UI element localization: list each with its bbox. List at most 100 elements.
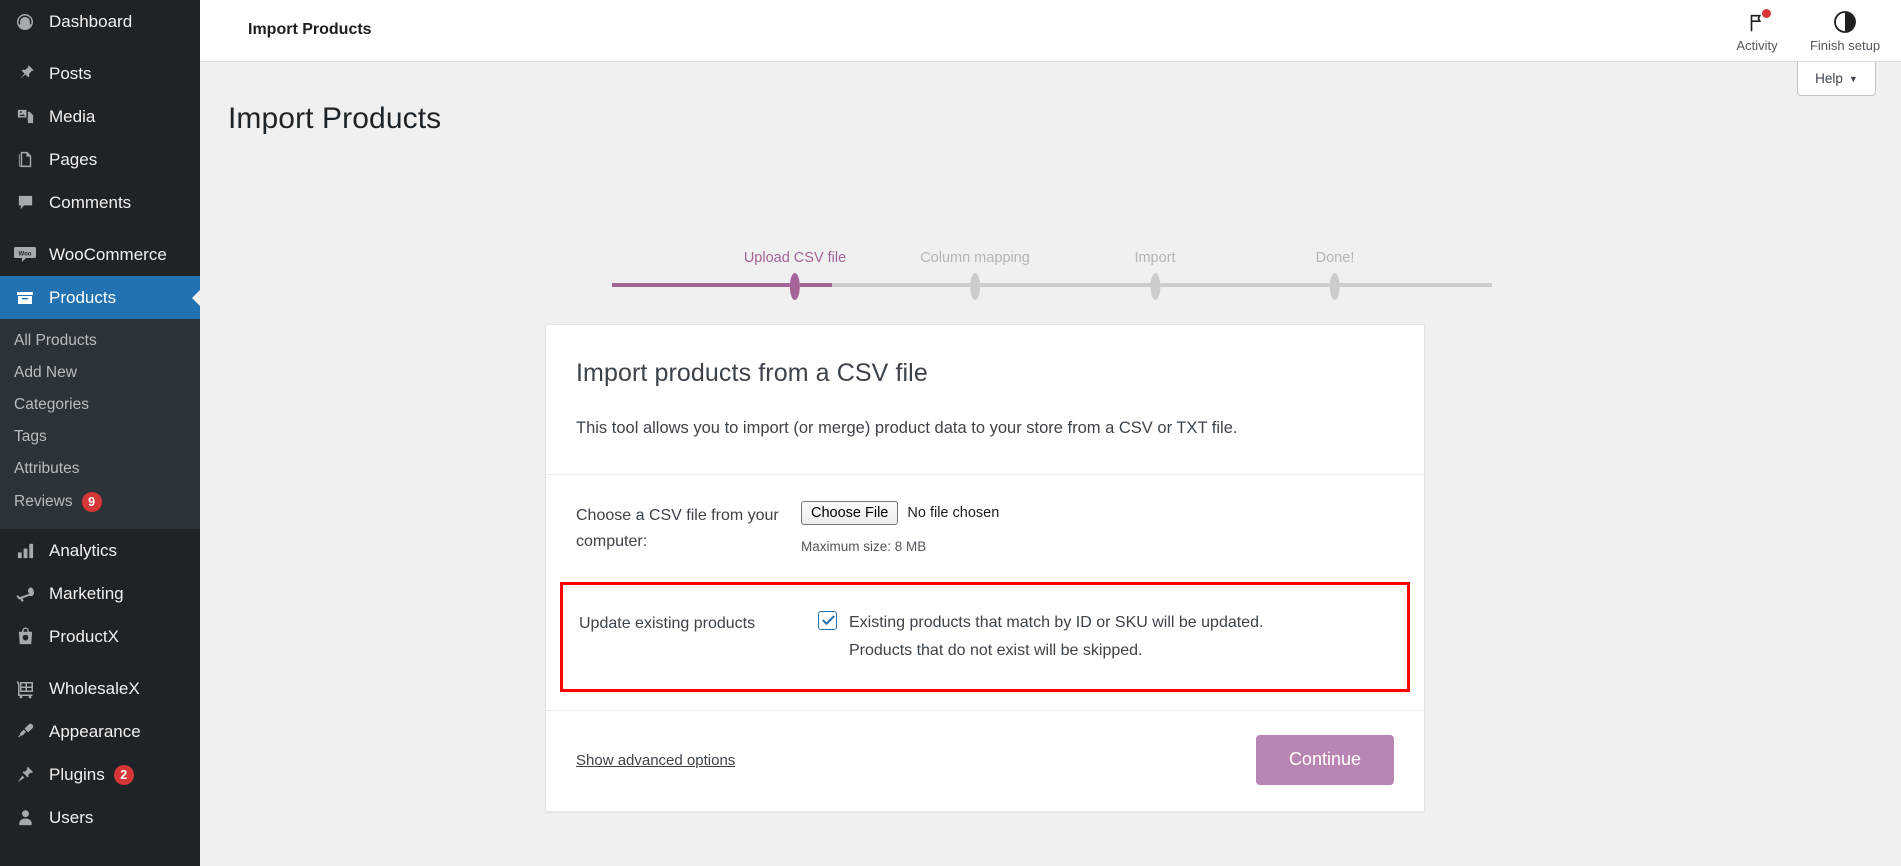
step-dot <box>970 273 980 300</box>
step-dot <box>789 273 800 300</box>
continue-button[interactable]: Continue <box>1255 735 1394 785</box>
reviews-count-badge: 9 <box>81 492 102 512</box>
sidebar-item-label: Posts <box>49 63 92 83</box>
step-label: Import <box>1134 250 1176 266</box>
submenu-item-label: Categories <box>14 396 89 413</box>
woo-icon: Woo <box>12 242 38 268</box>
sidebar-item-categories[interactable]: Categories <box>0 389 200 421</box>
update-existing-products-row: Update existing products Existing produc… <box>560 582 1410 693</box>
sidebar-item-label: WooCommerce <box>49 244 167 264</box>
sidebar-item-label: WholesaleX <box>49 678 140 698</box>
dashboard-icon <box>12 9 38 35</box>
products-submenu: All Products Add New Categories Tags Att… <box>0 319 200 529</box>
page-title: Import Products <box>228 102 442 135</box>
topbar-title: Import Products <box>248 21 372 38</box>
checkbox-description: Existing products that match by ID or SK… <box>849 609 1263 665</box>
step-dot <box>1329 273 1340 300</box>
step-dot <box>1150 273 1160 300</box>
sidebar-item-plugins[interactable]: Plugins 2 <box>0 753 200 796</box>
sidebar-item-woocommerce[interactable]: Woo WooCommerce <box>0 233 200 276</box>
sidebar-item-label: Pages <box>49 149 98 169</box>
update-existing-products-checkbox[interactable] <box>818 611 837 631</box>
sidebar-item-all-products[interactable]: All Products <box>0 325 200 357</box>
step-column-mapping[interactable]: Column mapping <box>920 250 1030 300</box>
half-circle-progress-icon <box>1833 10 1857 34</box>
checkbox-description-line2: Products that do not exist will be skipp… <box>849 642 1143 660</box>
megaphone-icon <box>12 581 38 607</box>
choose-file-row: Choose a CSV file from your computer: Ch… <box>546 475 1424 582</box>
step-upload-csv-file[interactable]: Upload CSV file <box>743 250 847 300</box>
help-label: Help <box>1815 71 1843 86</box>
sidebar-item-media[interactable]: Media <box>0 95 200 138</box>
sidebar-item-label: Comments <box>49 192 132 212</box>
media-icon <box>12 104 38 130</box>
user-icon <box>12 805 38 831</box>
sidebar-item-tags[interactable]: Tags <box>0 421 200 453</box>
submenu-item-label: Attributes <box>14 460 80 477</box>
menu-separator <box>0 43 200 52</box>
activity-label: Activity <box>1736 37 1778 53</box>
card-footer: Show advanced options Continue <box>546 710 1424 811</box>
sidebar-item-pages[interactable]: Pages <box>0 138 200 181</box>
sidebar-item-wholesalex[interactable]: WholesaleX <box>0 667 200 710</box>
step-label: Upload CSV file <box>743 250 847 266</box>
import-steps: Upload CSV file Column mapping Import Do… <box>612 248 1492 300</box>
sidebar-item-label: Products <box>49 287 117 307</box>
checkbox-description-line1: Existing products that match by ID or SK… <box>849 614 1264 632</box>
admin-sidebar: Dashboard Posts Media Pages Comments Woo… <box>0 0 200 866</box>
sidebar-item-comments[interactable]: Comments <box>0 181 200 224</box>
submenu-item-label: Add New <box>14 364 77 381</box>
pin-icon <box>12 61 38 87</box>
finish-setup-label: Finish setup <box>1809 37 1881 53</box>
card-heading: Import products from a CSV file <box>576 359 928 387</box>
sidebar-item-marketing[interactable]: Marketing <box>0 572 200 615</box>
flag-icon <box>1746 8 1771 34</box>
choose-file-button[interactable]: Choose File <box>801 501 899 526</box>
sidebar-item-label: Media <box>49 106 96 126</box>
sidebar-item-label: Plugins <box>49 764 105 784</box>
sidebar-item-users[interactable]: Users <box>0 796 200 839</box>
paintbrush-icon <box>12 719 38 745</box>
activity-notification-dot <box>1762 8 1771 18</box>
submenu-item-label: Tags <box>14 428 47 445</box>
sidebar-item-label: Analytics <box>49 540 118 560</box>
svg-text:W: W <box>23 636 28 642</box>
sidebar-item-label: Appearance <box>49 721 141 741</box>
sidebar-item-posts[interactable]: Posts <box>0 52 200 95</box>
sidebar-item-add-new[interactable]: Add New <box>0 357 200 389</box>
checkmark-icon <box>822 615 835 626</box>
step-label: Column mapping <box>920 250 1030 266</box>
products-icon <box>12 285 38 311</box>
sidebar-item-appearance[interactable]: Appearance <box>0 710 200 753</box>
sidebar-item-reviews[interactable]: Reviews 9 <box>0 485 200 519</box>
sidebar-item-label: ProductX <box>49 626 119 646</box>
topbar-actions: Activity Finish setup <box>1715 0 1887 62</box>
import-card: Import products from a CSV file This too… <box>545 324 1425 812</box>
choose-file-label: Choose a CSV file from your computer: <box>576 507 779 550</box>
sidebar-item-analytics[interactable]: Analytics <box>0 529 200 572</box>
submenu-item-label: Reviews <box>14 493 73 510</box>
chart-bars-icon <box>12 538 38 564</box>
top-bar: Import Products Activity Finish setup <box>200 0 1901 62</box>
show-advanced-options-link[interactable]: Show advanced options <box>576 752 735 769</box>
pages-icon <box>12 147 38 173</box>
update-existing-products-label: Update existing products <box>579 615 756 633</box>
step-label: Done! <box>1315 250 1355 266</box>
submenu-item-label: All Products <box>14 332 97 349</box>
card-description: This tool allows you to import (or merge… <box>576 419 1238 437</box>
menu-separator <box>0 658 200 667</box>
sidebar-item-attributes[interactable]: Attributes <box>0 453 200 485</box>
main-content: Import Products Upload CSV file Column m… <box>200 62 1901 866</box>
sidebar-item-products[interactable]: Products <box>0 276 200 319</box>
plugins-count-badge: 2 <box>113 764 134 785</box>
checkbox-line: Existing products that match by ID or SK… <box>818 609 1377 665</box>
update-existing-products-control: Existing products that match by ID or SK… <box>818 585 1407 689</box>
sidebar-item-dashboard[interactable]: Dashboard <box>0 0 200 43</box>
finish-setup-button[interactable]: Finish setup <box>1803 0 1887 62</box>
help-tab-button[interactable]: Help ▼ <box>1797 62 1876 96</box>
step-import[interactable]: Import <box>1134 250 1176 300</box>
import-form: Choose a CSV file from your computer: Ch… <box>546 475 1424 693</box>
activity-button[interactable]: Activity <box>1715 0 1799 62</box>
sidebar-item-productx[interactable]: W ProductX <box>0 615 200 658</box>
step-done[interactable]: Done! <box>1315 250 1355 300</box>
